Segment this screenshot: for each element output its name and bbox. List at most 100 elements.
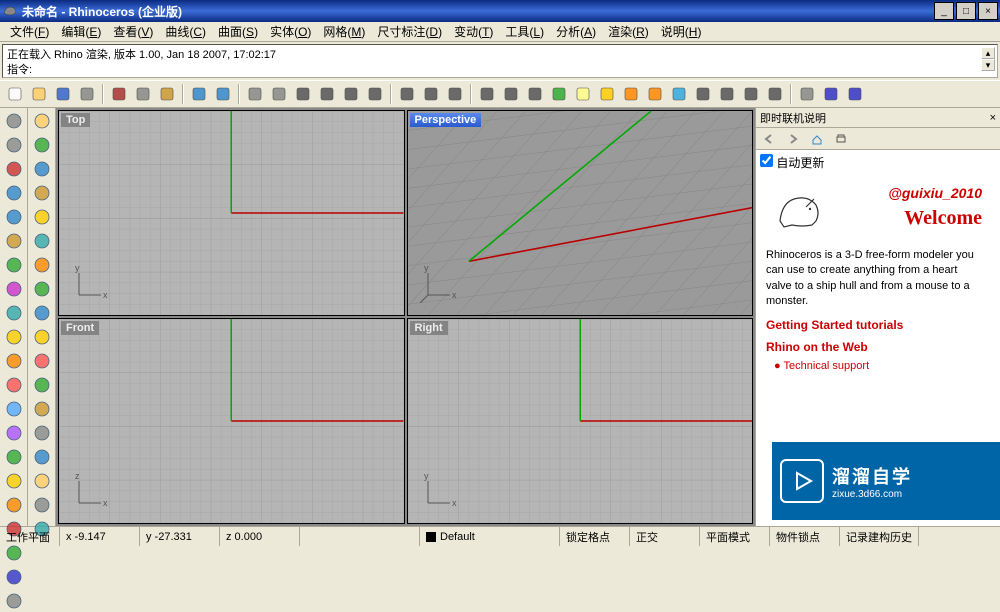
status-toggle[interactable]: 锁定格点 (560, 527, 630, 546)
fillet-icon[interactable] (30, 422, 54, 444)
point-icon[interactable] (2, 158, 26, 180)
status-toggle[interactable]: 正交 (630, 527, 700, 546)
leaf2-icon[interactable] (30, 374, 54, 396)
zoom-win-icon[interactable] (316, 83, 338, 105)
sphere-icon[interactable] (2, 446, 26, 468)
rect-icon[interactable] (2, 278, 26, 300)
help-ptr-icon[interactable] (820, 83, 842, 105)
redo-view-icon[interactable] (420, 83, 442, 105)
dim-icon[interactable] (2, 398, 26, 420)
command-area[interactable]: 正在载入 Rhino 渲染, 版本 1.00, Jan 18 2007, 17:… (2, 44, 998, 78)
new-icon[interactable] (4, 83, 26, 105)
help-web-link[interactable]: Rhino on the Web (758, 336, 990, 358)
help-print-icon[interactable] (830, 128, 852, 150)
viewport-label[interactable]: Perspective (410, 113, 482, 127)
minimize-button[interactable]: _ (934, 2, 954, 20)
render-icon[interactable] (620, 83, 642, 105)
viewport-right[interactable]: Rightyx (407, 318, 754, 524)
help-tutorials-link[interactable]: Getting Started tutorials (758, 314, 990, 336)
circle-icon[interactable] (2, 230, 26, 252)
sun-icon[interactable] (596, 83, 618, 105)
cplane-icon[interactable] (500, 83, 522, 105)
gear-icon[interactable] (30, 326, 54, 348)
menu-h[interactable]: 说明(H) (655, 21, 708, 42)
help-support-link[interactable]: ● Technical support (758, 358, 990, 374)
close-button[interactable]: × (978, 2, 998, 20)
star-icon[interactable] (2, 470, 26, 492)
paste-icon[interactable] (156, 83, 178, 105)
lasso-icon[interactable] (2, 134, 26, 156)
rhino-icon[interactable] (644, 83, 666, 105)
status-toggle[interactable]: 物件锁点 (770, 527, 840, 546)
status-toggle[interactable]: 记录建构历史 (840, 527, 919, 546)
help-close-icon[interactable]: × (990, 112, 996, 124)
polyline-icon[interactable] (2, 206, 26, 228)
menu-d[interactable]: 尺寸标注(D) (371, 21, 448, 42)
revolve-icon[interactable] (30, 230, 54, 252)
cmd-scroll-down-icon[interactable]: ▾ (981, 59, 995, 71)
status-toggle[interactable]: 平面模式 (700, 527, 770, 546)
undo-icon[interactable] (188, 83, 210, 105)
menu-l[interactable]: 工具(L) (499, 21, 550, 42)
line-icon[interactable] (2, 182, 26, 204)
zoom-ext-icon[interactable] (292, 83, 314, 105)
light-icon[interactable] (572, 83, 594, 105)
auto-update-checkbox[interactable] (760, 154, 773, 167)
fix-icon[interactable] (30, 398, 54, 420)
maximize-button[interactable]: □ (956, 2, 976, 20)
help-home-icon[interactable] (806, 128, 828, 150)
status-layer[interactable]: Default (420, 527, 560, 546)
cmd-scroll-up-icon[interactable]: ▴ (981, 47, 995, 59)
viewport-label[interactable]: Top (61, 113, 90, 127)
options-icon[interactable] (796, 83, 818, 105)
select-icon[interactable] (2, 110, 26, 132)
undo-view-icon[interactable] (396, 83, 418, 105)
extrude-icon[interactable] (30, 182, 54, 204)
menu-e[interactable]: 编辑(E) (55, 21, 107, 42)
viewport-top[interactable]: Topyx (58, 110, 405, 316)
color-icon[interactable] (30, 446, 54, 468)
ortho-icon[interactable] (524, 83, 546, 105)
explode-icon[interactable] (30, 350, 54, 372)
boolean-icon[interactable] (30, 278, 54, 300)
sphere2-icon[interactable] (30, 302, 54, 324)
menu-m[interactable]: 网格(M) (317, 21, 371, 42)
print-icon[interactable] (76, 83, 98, 105)
menu-t[interactable]: 变动(T) (448, 21, 499, 42)
zoom-sel-icon[interactable] (340, 83, 362, 105)
polygon-icon[interactable] (2, 302, 26, 324)
save-icon[interactable] (52, 83, 74, 105)
command-input[interactable] (36, 63, 993, 75)
hatch-icon[interactable] (2, 422, 26, 444)
car-icon[interactable] (476, 83, 498, 105)
menu-f[interactable]: 文件(F) (4, 21, 55, 42)
sweep-icon[interactable] (30, 254, 54, 276)
blob-icon[interactable] (2, 494, 26, 516)
menu-r[interactable]: 渲染(R) (602, 21, 655, 42)
4view-icon[interactable] (444, 83, 466, 105)
shade-icon[interactable] (716, 83, 738, 105)
viewport-label[interactable]: Front (61, 321, 99, 335)
cone-icon[interactable] (30, 134, 54, 156)
move-icon[interactable] (30, 470, 54, 492)
viewport-perspective[interactable]: Perspectiveyx (407, 110, 754, 316)
menu-c[interactable]: 曲线(C) (159, 21, 212, 42)
cap-icon[interactable] (2, 590, 26, 612)
rotate-icon[interactable] (268, 83, 290, 105)
help-forward-icon[interactable] (782, 128, 804, 150)
redo-icon[interactable] (212, 83, 234, 105)
help-icon[interactable] (844, 83, 866, 105)
viewport-front[interactable]: Frontzx (58, 318, 405, 524)
helix-icon[interactable] (2, 350, 26, 372)
xray-icon[interactable] (764, 83, 786, 105)
box-icon[interactable] (30, 110, 54, 132)
help-back-icon[interactable] (758, 128, 780, 150)
pipe-icon[interactable] (30, 158, 54, 180)
layers-icon[interactable] (548, 83, 570, 105)
loft-icon[interactable] (30, 206, 54, 228)
menu-v[interactable]: 查看(V) (107, 21, 159, 42)
arc-icon[interactable] (2, 254, 26, 276)
status-cplane[interactable]: 工作平面 (0, 527, 60, 546)
viewport-label[interactable]: Right (410, 321, 448, 335)
ghosted-icon[interactable] (740, 83, 762, 105)
